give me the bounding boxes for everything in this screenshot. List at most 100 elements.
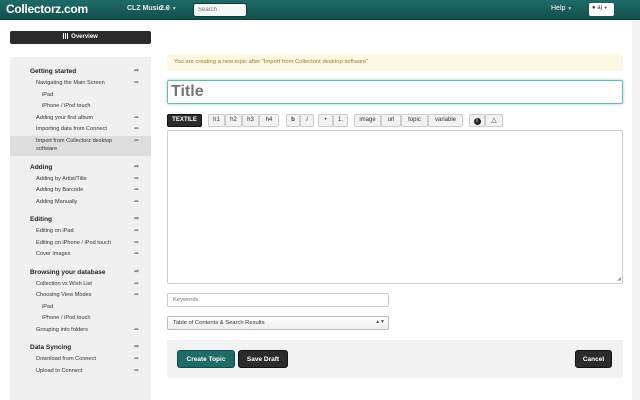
move-arrow-icon[interactable]: ➦ bbox=[134, 291, 139, 298]
overview-button[interactable]: Overview bbox=[10, 31, 151, 44]
move-arrow-icon[interactable]: ➦ bbox=[134, 227, 139, 234]
sidebar-item[interactable]: Choosing View Modes ➦ bbox=[10, 290, 151, 302]
sidebar-item[interactable]: iPhone / iPod touch bbox=[10, 101, 151, 113]
sidebar-heading[interactable]: Browsing your database ➦ bbox=[10, 267, 151, 279]
sidebar-item-label: Adding by Artist/Title bbox=[36, 175, 87, 182]
title-input[interactable] bbox=[167, 80, 623, 104]
bar-chart-icon bbox=[63, 33, 70, 39]
sidebar-heading[interactable]: Editing ➦ bbox=[10, 214, 151, 226]
visibility-select[interactable]: Table of Contents & Search Results ▲▼ bbox=[167, 316, 389, 330]
top-navbar: Collectorz.com CLZ Music▼ 2.0▼ Help▼ ● a… bbox=[0, 0, 640, 20]
sidebar-item[interactable]: Importing data from Connect ➦ bbox=[10, 124, 151, 136]
sidebar-item[interactable]: Grouping into folders ➦ bbox=[10, 325, 151, 337]
move-arrow-icon[interactable]: ➦ bbox=[134, 326, 139, 333]
help-dropdown[interactable]: Help ▼ bbox=[551, 5, 572, 12]
sidebar-item[interactable]: Navigating the Main Screen ➦ bbox=[10, 78, 151, 90]
textile-button[interactable]: TEXTILE bbox=[167, 114, 202, 127]
topic-button[interactable]: topic bbox=[401, 114, 428, 127]
image-button[interactable]: image bbox=[354, 114, 381, 127]
sidebar-item[interactable]: Editing on iPhone / iPod touch ➦ bbox=[10, 238, 151, 250]
sidebar-item-label: Editing on iPad bbox=[36, 228, 74, 234]
help-label: Help bbox=[551, 5, 566, 12]
user-menu-button[interactable]: ● aj ▼ bbox=[589, 3, 614, 16]
sidebar-item[interactable]: Editing on iPad ➦ bbox=[10, 226, 151, 238]
sidebar-toc: Getting started ➦ Navigating the Main Scre… bbox=[10, 57, 151, 400]
move-arrow-icon[interactable]: ➦ bbox=[134, 114, 139, 121]
content-editor[interactable]: ◢ bbox=[167, 130, 623, 284]
sidebar-item[interactable]: Adding your first album ➦ bbox=[10, 113, 151, 125]
sidebar-item-label: Upload to Connect bbox=[36, 367, 83, 374]
page-scrollbar[interactable] bbox=[632, 21, 640, 400]
sidebar-item-label: Browsing your database bbox=[30, 268, 106, 276]
sidebar-item-label: Editing bbox=[30, 216, 53, 223]
cancel-button[interactable]: Cancel bbox=[575, 350, 612, 368]
sidebar-heading[interactable]: Adding ➦ bbox=[10, 162, 151, 174]
save-draft-button[interactable]: Save Draft bbox=[238, 350, 288, 368]
move-arrow-icon[interactable]: ➦ bbox=[134, 280, 139, 287]
move-arrow-icon[interactable]: ➦ bbox=[134, 175, 139, 182]
h2-button[interactable]: h2 bbox=[225, 114, 242, 127]
move-arrow-icon[interactable]: ➦ bbox=[134, 163, 139, 170]
bullet-list-button[interactable]: • bbox=[318, 114, 333, 127]
sidebar-item-label: Adding by Barcode bbox=[36, 187, 84, 193]
sidebar-item-label: iPad bbox=[42, 91, 54, 98]
h3-button[interactable]: h3 bbox=[242, 114, 259, 127]
search-input[interactable] bbox=[193, 3, 247, 17]
h1-button[interactable]: h1 bbox=[208, 114, 225, 127]
move-arrow-icon[interactable]: ➦ bbox=[134, 186, 139, 193]
sidebar-item[interactable]: iPad bbox=[10, 302, 151, 314]
sidebar-item[interactable]: Cover images ➦ bbox=[10, 249, 151, 261]
sidebar-heading[interactable]: Data Syncing ➦ bbox=[10, 342, 151, 354]
brand-logo[interactable]: Collectorz.com bbox=[6, 2, 88, 16]
create-topic-button[interactable]: Create Topic bbox=[177, 350, 235, 368]
variable-button[interactable]: variable bbox=[428, 114, 463, 127]
move-arrow-icon[interactable]: ➦ bbox=[134, 343, 139, 350]
move-arrow-icon[interactable]: ➦ bbox=[134, 239, 139, 246]
move-arrow-icon[interactable]: ➦ bbox=[134, 198, 139, 205]
move-arrow-icon[interactable]: ➦ bbox=[134, 67, 139, 74]
numbered-list-button[interactable]: 1. bbox=[333, 114, 348, 127]
h4-button[interactable]: h4 bbox=[259, 114, 279, 127]
product-label: CLZ Music bbox=[127, 5, 163, 12]
bold-button[interactable]: b bbox=[286, 114, 300, 127]
new-topic-notice: You are creating a new topic after "Impo… bbox=[167, 54, 623, 71]
sidebar-item[interactable]: iPhone / iPod touch bbox=[10, 313, 151, 325]
url-button[interactable]: url bbox=[381, 114, 401, 127]
move-arrow-icon[interactable]: ➦ bbox=[134, 355, 139, 362]
sidebar-item-label-line2: software bbox=[36, 145, 58, 152]
chevron-down-icon: ▼ bbox=[567, 6, 573, 12]
sidebar-item[interactable]: Collection vs Wish List ➦ bbox=[10, 279, 151, 291]
sidebar-item[interactable]: Adding by Artist/Title ➦ bbox=[10, 174, 151, 186]
move-arrow-icon[interactable]: ➦ bbox=[134, 137, 139, 144]
move-arrow-icon[interactable]: ➦ bbox=[134, 79, 139, 86]
info-button[interactable]: i bbox=[469, 114, 485, 127]
warning-button[interactable]: △ bbox=[485, 114, 503, 127]
sidebar-item-label: Download from Connect bbox=[36, 356, 97, 362]
move-arrow-icon[interactable]: ➦ bbox=[134, 250, 139, 257]
sidebar-heading[interactable]: Getting started ➦ bbox=[10, 66, 151, 78]
move-arrow-icon[interactable]: ➦ bbox=[134, 215, 139, 222]
sidebar-item-label: Import from Collectorz desktop bbox=[36, 137, 113, 144]
sidebar-item[interactable]: Adding by Barcode ➦ bbox=[10, 185, 151, 197]
move-arrow-icon[interactable]: ➦ bbox=[134, 367, 139, 374]
sidebar-item-label: Navigating the Main Screen bbox=[36, 80, 105, 86]
keywords-input[interactable] bbox=[167, 293, 389, 307]
chevron-down-icon: ▼ bbox=[171, 6, 177, 12]
sidebar-item-label: Data Syncing bbox=[30, 344, 72, 351]
sidebar-item[interactable]: Adding Manually ➦ bbox=[10, 197, 151, 209]
sidebar-item-label: Choosing View Modes bbox=[36, 292, 92, 298]
italic-button[interactable]: i bbox=[300, 114, 314, 127]
sidebar-item[interactable]: iPad bbox=[10, 90, 151, 102]
version-label: 2.0 bbox=[160, 5, 170, 12]
move-arrow-icon[interactable]: ➦ bbox=[134, 268, 139, 275]
move-arrow-icon[interactable]: ➦ bbox=[134, 125, 139, 132]
sidebar-item[interactable]: Import from Collectorz desktop software ➦ bbox=[10, 135, 151, 156]
sidebar-item[interactable]: Upload to Connect ➦ bbox=[10, 366, 151, 378]
select-arrows-icon: ▲▼ bbox=[375, 319, 385, 325]
sidebar-item[interactable]: Download from Connect ➦ bbox=[10, 354, 151, 366]
version-dropdown[interactable]: 2.0 ▼ bbox=[160, 5, 177, 12]
sidebar-item-label: Adding your first album bbox=[36, 114, 94, 121]
chevron-down-icon: ▼ bbox=[603, 5, 608, 10]
sidebar-item-label: Editing on iPhone / iPod touch bbox=[36, 239, 111, 246]
resize-handle-icon[interactable]: ◢ bbox=[617, 276, 621, 282]
